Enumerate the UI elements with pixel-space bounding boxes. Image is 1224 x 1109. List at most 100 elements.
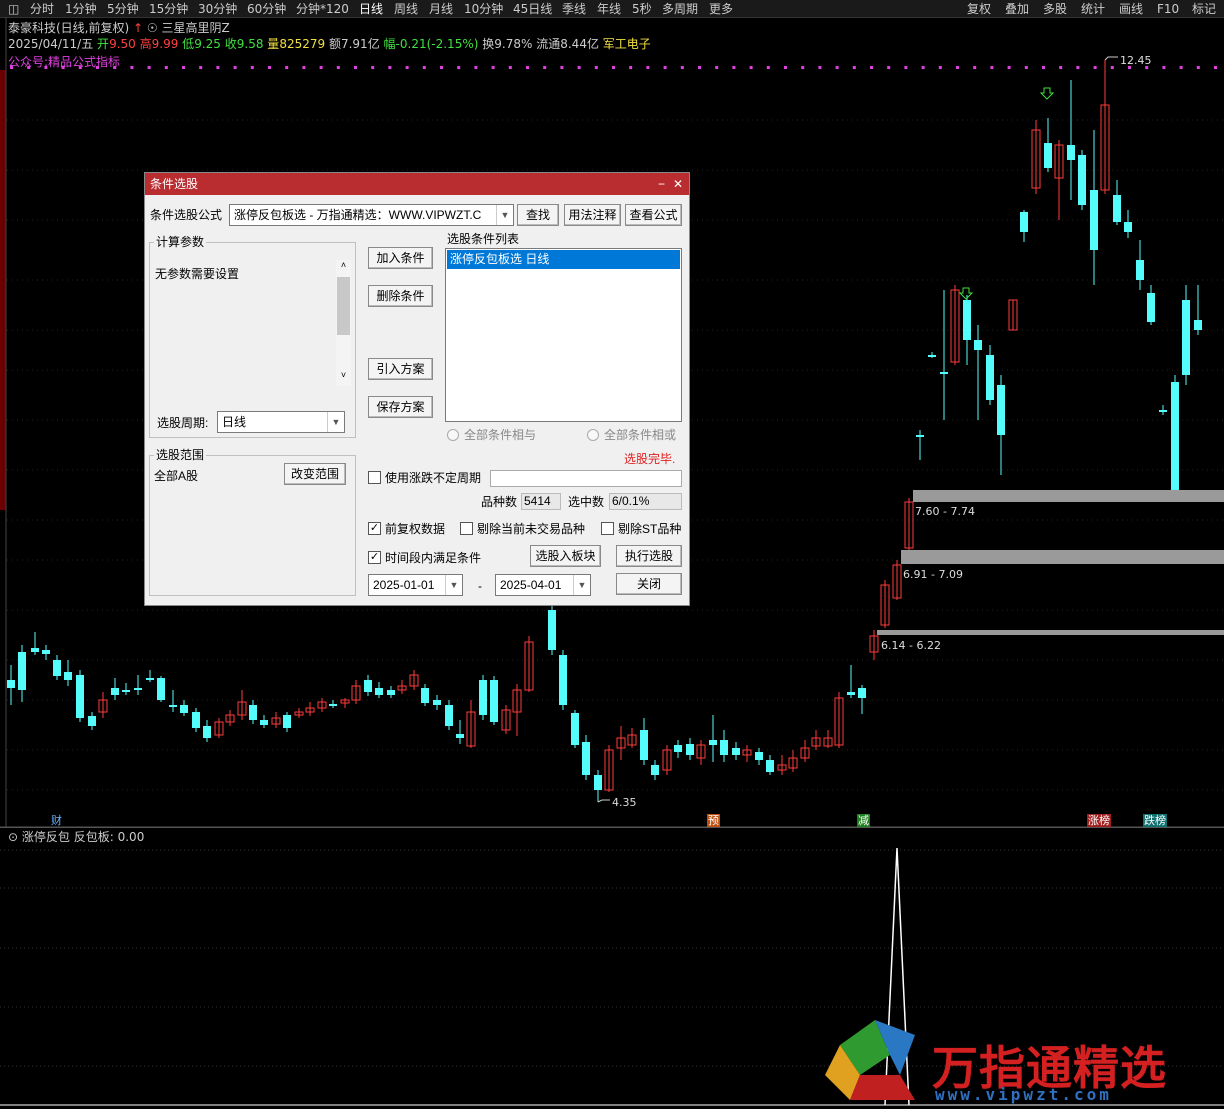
exclude-st-checkbox[interactable] (601, 522, 614, 535)
period-tab-16[interactable]: 更多 (709, 1, 733, 17)
period-tab-0[interactable]: 分时 (30, 1, 54, 17)
period-tab-1[interactable]: 1分钟 (65, 1, 97, 17)
period-tab-12[interactable]: 季线 (562, 1, 586, 17)
toolbar-right-0[interactable]: 复权 (967, 1, 991, 17)
event-marker-forecast[interactable]: 预 (707, 814, 720, 827)
candle-body (180, 705, 188, 713)
date-to-picker[interactable]: 2025-04-01 ▼ (495, 574, 591, 596)
period-tab-14[interactable]: 5秒 (632, 1, 652, 17)
change-scope-button[interactable]: 改变范围 (284, 463, 346, 485)
save-plan-button[interactable]: 保存方案 (368, 396, 433, 418)
scroll-up-icon[interactable]: ˄ (336, 260, 351, 275)
date-from-picker[interactable]: 2025-01-01 ▼ (368, 574, 463, 596)
signal-dot (268, 66, 271, 69)
params-scrollbar[interactable]: ˄ ˅ (336, 260, 351, 386)
chevron-down-icon[interactable]: ▼ (496, 205, 513, 225)
minimize-icon[interactable]: − (658, 173, 665, 195)
period-tab-3[interactable]: 15分钟 (149, 1, 188, 17)
candle-body (674, 745, 682, 752)
period-tab-10[interactable]: 10分钟 (464, 1, 503, 17)
candle-body (364, 680, 372, 692)
radio-all-or[interactable] (587, 429, 599, 441)
find-button[interactable]: 查找 (517, 204, 559, 226)
candle-body (1124, 222, 1132, 232)
scroll-down-icon[interactable]: ˅ (336, 370, 351, 385)
period-tab-2[interactable]: 5分钟 (107, 1, 139, 17)
period-tab-15[interactable]: 多周期 (662, 1, 698, 17)
period-tab-5[interactable]: 60分钟 (247, 1, 286, 17)
range-bar-2 (901, 550, 1224, 564)
chevron-down-icon[interactable]: ▼ (327, 412, 344, 432)
variable-period-input[interactable] (490, 470, 682, 487)
indicator-value: 0.00 (117, 830, 145, 844)
toolbar-right-4[interactable]: 画线 (1119, 1, 1143, 17)
chevron-down-icon[interactable]: ▼ (573, 575, 590, 595)
signal-dot (921, 66, 925, 69)
usage-button[interactable]: 用法注释 (564, 204, 621, 226)
candle-body (755, 752, 763, 760)
radio-all-and[interactable] (447, 429, 459, 441)
candle-body (203, 726, 211, 738)
quote-close: 9.58 (236, 37, 264, 51)
variable-period-label: 使用涨跌不定周期 (385, 471, 482, 485)
time-range-checkbox[interactable]: ✓ (368, 551, 381, 564)
variable-period-checkbox[interactable] (368, 471, 381, 484)
period-tab-7[interactable]: 日线 (359, 1, 383, 17)
signal-dot (216, 66, 220, 69)
signal-dot (629, 66, 633, 69)
signal-dot (182, 66, 185, 69)
scroll-thumb[interactable] (337, 277, 350, 335)
close-icon[interactable]: ✕ (673, 173, 683, 195)
period-tab-8[interactable]: 周线 (394, 1, 418, 17)
event-marker-finance[interactable]: 财 (50, 814, 63, 827)
toolbar-right-5[interactable]: F10 (1157, 1, 1179, 17)
to-block-button[interactable]: 选股入板块 (530, 545, 601, 567)
quote-date: 2025/04/11/五 (8, 37, 94, 51)
arrow-up-icon: ↑ (133, 21, 144, 35)
chevron-icon[interactable]: ☉ (147, 21, 158, 35)
toolbar-right-1[interactable]: 叠加 (1005, 1, 1029, 17)
indicator-toggle-icon[interactable]: ⊙ (8, 830, 18, 844)
view-formula-button[interactable]: 查看公式 (625, 204, 682, 226)
toolbar-right-3[interactable]: 统计 (1081, 1, 1105, 17)
period-tab-9[interactable]: 月线 (429, 1, 453, 17)
indicator-label: ⊙ 涨停反包 反包板: 0.00 (8, 830, 144, 844)
import-plan-button[interactable]: 引入方案 (368, 358, 433, 380)
dialog-titlebar[interactable]: 条件选股 − ✕ (145, 173, 689, 195)
signal-dot (319, 66, 323, 69)
delete-condition-button[interactable]: 删除条件 (368, 285, 433, 307)
toolbar-right-6[interactable]: 标记 (1192, 1, 1216, 17)
sector-label[interactable]: 军工电子 (603, 37, 651, 51)
candle-body (31, 648, 39, 652)
candle-body (847, 692, 855, 695)
event-marker-limit-down-list[interactable]: 跌榜 (1143, 814, 1167, 827)
period-tab-13[interactable]: 年线 (597, 1, 621, 17)
quote-turnover: 9.78% (494, 37, 533, 51)
close-button[interactable]: 关闭 (616, 573, 682, 595)
candle-body (640, 730, 648, 760)
period-tab-4[interactable]: 30分钟 (198, 1, 237, 17)
panel-toggle-icon[interactable]: ◫ (8, 1, 19, 17)
signal-dot (1042, 66, 1045, 69)
event-marker-limit-up-list[interactable]: 涨榜 (1087, 814, 1111, 827)
period-select[interactable]: 日线 ▼ (217, 411, 345, 433)
toolbar-right-2[interactable]: 多股 (1043, 1, 1067, 17)
candle-body (916, 435, 924, 437)
add-condition-button[interactable]: 加入条件 (368, 247, 433, 269)
signal-dot (663, 66, 667, 69)
candle-body (249, 705, 257, 720)
forward-adjust-checkbox[interactable]: ✓ (368, 522, 381, 535)
chevron-down-icon[interactable]: ▼ (445, 575, 462, 595)
candle-body (997, 385, 1005, 435)
event-marker-reduce[interactable]: 减 (857, 814, 870, 827)
signal-dot (732, 66, 736, 69)
period-tab-6[interactable]: 分钟*120 (296, 1, 349, 17)
signal-dot (302, 66, 306, 69)
period-tab-11[interactable]: 45日线 (513, 1, 552, 17)
condition-list[interactable]: 涨停反包板选 日线 (445, 248, 682, 422)
formula-select[interactable]: 涨停反包板选 - 万指通精选：WWW.VIPWZT.C ▼ (229, 204, 514, 226)
execute-button[interactable]: 执行选股 (616, 545, 682, 567)
condition-list-item[interactable]: 涨停反包板选 日线 (447, 250, 680, 269)
scope-label: 选股范围 (154, 448, 207, 462)
exclude-untraded-checkbox[interactable] (460, 522, 473, 535)
